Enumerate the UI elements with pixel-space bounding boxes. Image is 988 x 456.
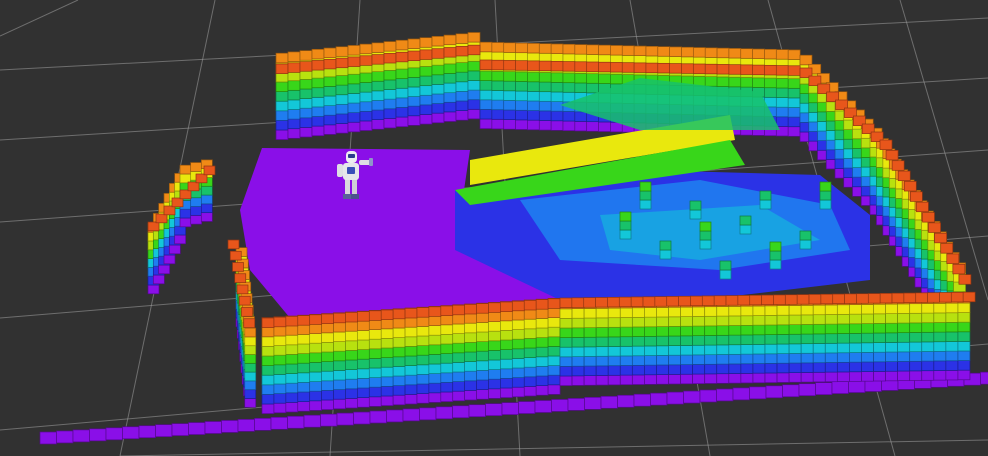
occupancy-octomap [39,32,988,445]
octomap-scene[interactable] [0,0,988,456]
3d-viewport[interactable] [0,0,988,456]
